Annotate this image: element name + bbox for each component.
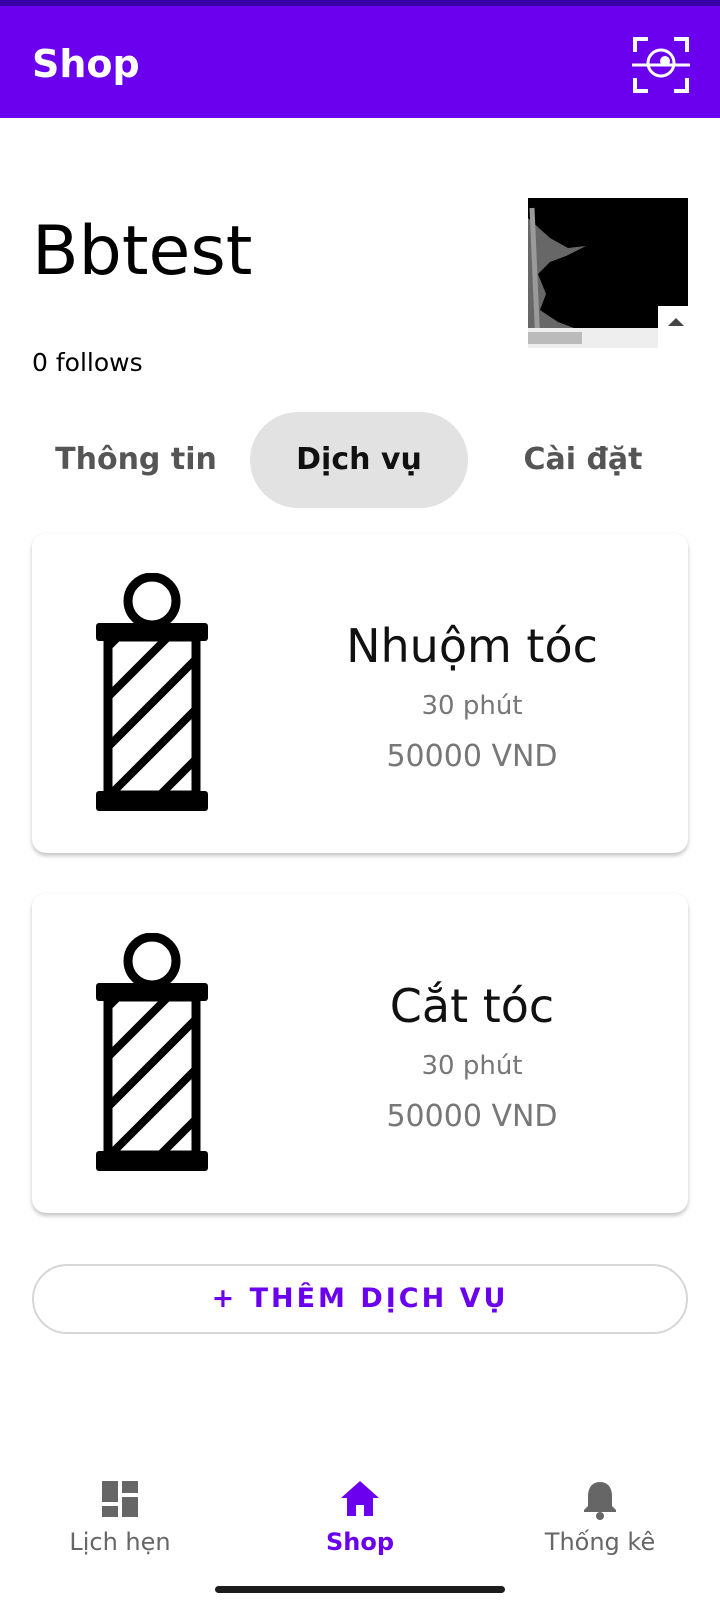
add-service-button[interactable]: + THÊM DỊCH VỤ	[32, 1264, 688, 1334]
app-bar: Shop	[0, 6, 720, 118]
nav-item-shop[interactable]: Shop	[240, 1466, 480, 1576]
barber-pole-icon	[92, 572, 212, 815]
tab-cai-dat[interactable]: Cài đặt	[478, 412, 688, 508]
nav-label: Thống kê	[544, 1528, 656, 1556]
nav-label: Lịch hẹn	[69, 1528, 171, 1556]
tab-dich-vu[interactable]: Dịch vụ	[250, 412, 468, 508]
home-icon	[341, 1481, 379, 1516]
service-card[interactable]: Nhuộm tóc 30 phút 50000 VND	[32, 533, 688, 853]
face-scan-icon	[632, 37, 690, 93]
tab-thong-tin[interactable]: Thông tin	[32, 412, 240, 508]
service-price: 50000 VND	[386, 1099, 558, 1134]
service-price: 50000 VND	[386, 739, 558, 774]
shop-name: Bbtest	[32, 212, 253, 291]
service-name: Nhuộm tóc	[346, 619, 598, 673]
face-scan-button[interactable]	[632, 36, 690, 94]
app-bar-title: Shop	[32, 42, 140, 86]
barber-pole-icon	[92, 932, 212, 1175]
nav-label: Shop	[325, 1528, 395, 1556]
service-name: Cắt tóc	[389, 979, 555, 1033]
service-duration: 30 phút	[421, 691, 523, 721]
shop-cover-image[interactable]	[528, 198, 688, 348]
service-duration: 30 phút	[421, 1051, 523, 1081]
follows-count: 0 follows	[32, 348, 143, 377]
nav-item-thong-ke[interactable]: Thống kê	[480, 1466, 720, 1576]
nav-item-lich-hen[interactable]: Lịch hẹn	[0, 1466, 240, 1576]
dashboard-icon	[102, 1481, 138, 1517]
home-indicator	[215, 1586, 505, 1593]
service-card[interactable]: Cắt tóc 30 phút 50000 VND	[32, 893, 688, 1213]
shop-tabs: Thông tin Dịch vụ Cài đặt	[32, 412, 688, 508]
bell-icon	[584, 1482, 616, 1520]
